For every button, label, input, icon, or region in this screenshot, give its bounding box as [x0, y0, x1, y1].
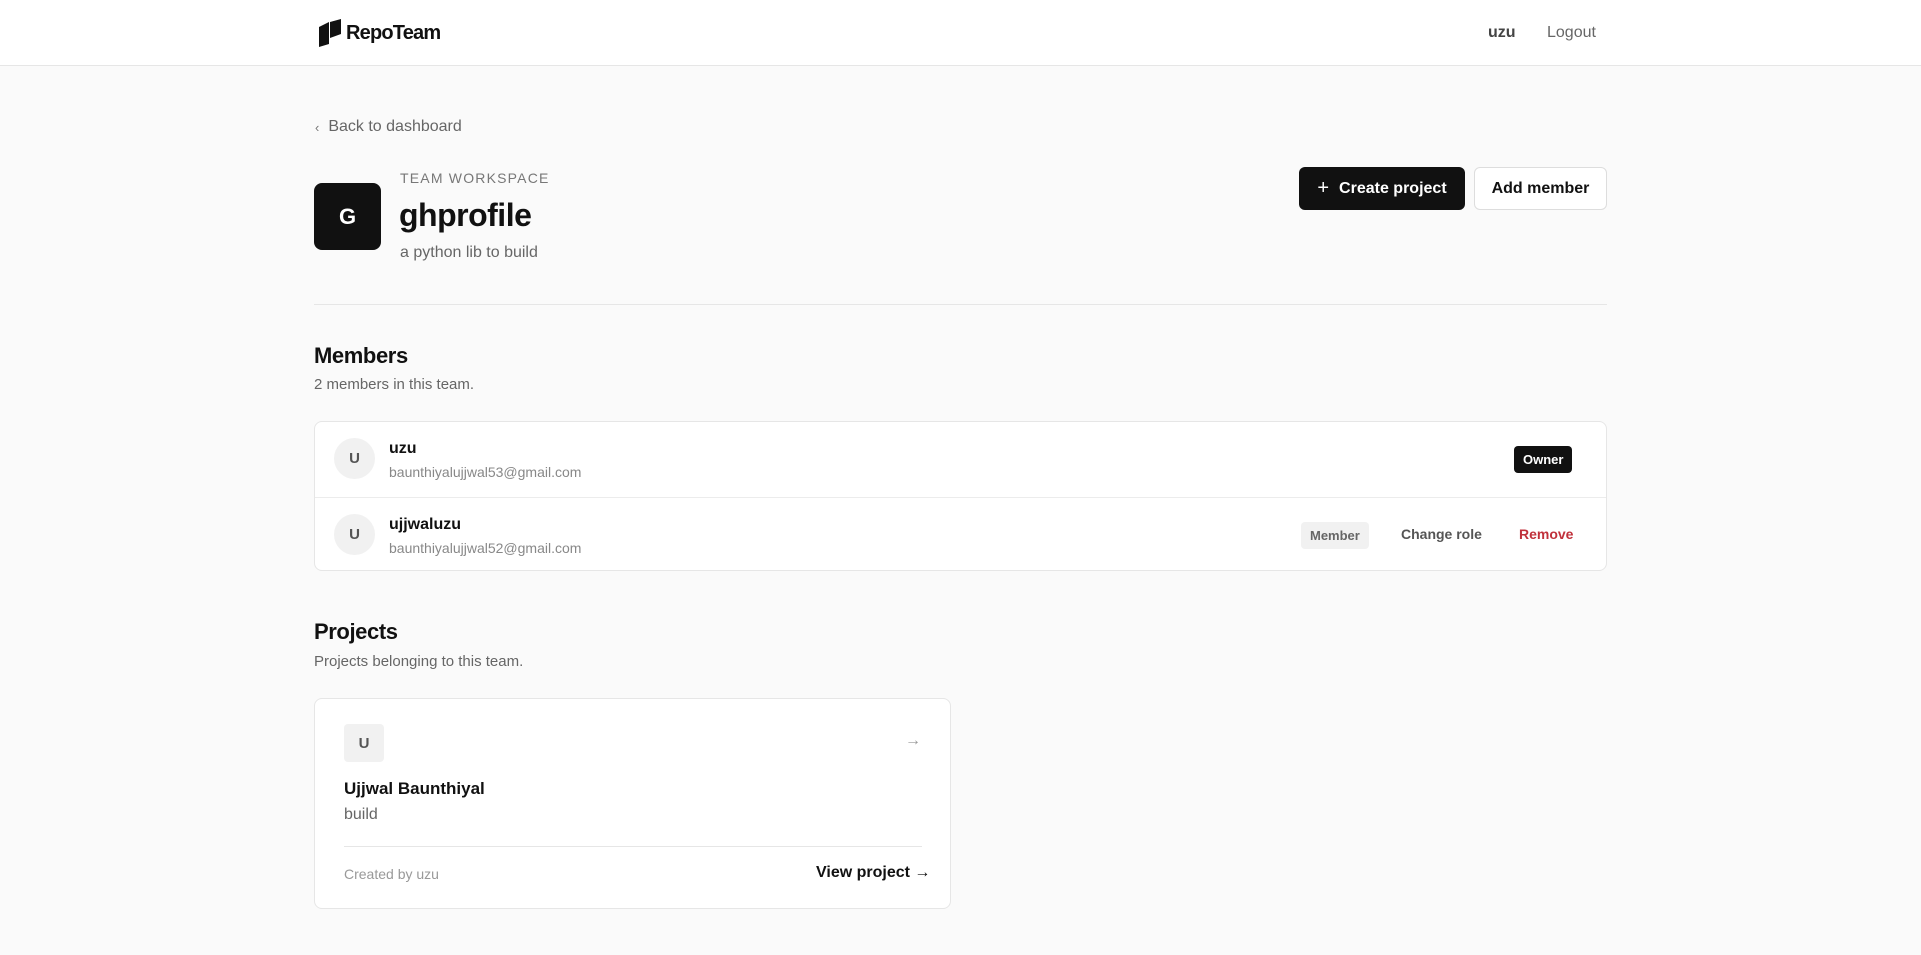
- project-card-divider: [344, 846, 922, 847]
- remove-member-button[interactable]: Remove: [1519, 526, 1573, 542]
- member-email: baunthiyalujjwal53@gmail.com: [389, 464, 582, 480]
- create-project-label: Create project: [1339, 179, 1447, 197]
- chevron-left-icon: ‹: [315, 119, 320, 135]
- page-title: ghprofile: [399, 197, 532, 233]
- plus-icon: +: [1317, 176, 1330, 199]
- member-role-badge: Member: [1301, 522, 1369, 549]
- member-row: U ujjwaluzu baunthiyalujjwal52@gmail.com…: [315, 497, 1606, 572]
- back-to-dashboard-link[interactable]: ‹ Back to dashboard: [315, 118, 462, 136]
- project-created-by: Created by uzu: [344, 866, 439, 882]
- team-eyebrow: TEAM WORKSPACE: [400, 170, 550, 186]
- project-name: Ujjwal Baunthiyal: [344, 779, 485, 798]
- member-row: U uzu baunthiyalujjwal53@gmail.com Owner: [315, 422, 1606, 497]
- logout-link[interactable]: Logout: [1547, 24, 1596, 42]
- project-avatar: U: [344, 724, 384, 762]
- projects-section-title: Projects: [314, 619, 398, 644]
- project-description: build: [344, 806, 378, 823]
- view-project-link[interactable]: View project →: [816, 864, 930, 882]
- header-divider: [314, 304, 1607, 305]
- team-description: a python lib to build: [400, 244, 538, 261]
- add-member-button[interactable]: Add member: [1474, 167, 1607, 210]
- projects-section-subtitle: Projects belonging to this team.: [314, 653, 524, 670]
- create-project-button[interactable]: + Create project: [1299, 167, 1465, 210]
- members-list: U uzu baunthiyalujjwal53@gmail.com Owner…: [314, 421, 1607, 571]
- members-section-title: Members: [314, 343, 408, 368]
- owner-role-badge: Owner: [1514, 446, 1573, 473]
- member-name: uzu: [389, 440, 417, 457]
- back-link-label: Back to dashboard: [328, 118, 462, 135]
- brand-logo[interactable]: RepoTeam: [318, 19, 441, 47]
- current-user-name[interactable]: uzu: [1488, 24, 1516, 42]
- change-role-button[interactable]: Change role: [1401, 526, 1482, 542]
- repoteam-logo-icon: [319, 19, 341, 47]
- project-card[interactable]: U → Ujjwal Baunthiyal build Created by u…: [314, 698, 951, 909]
- members-section-subtitle: 2 members in this team.: [314, 376, 475, 393]
- member-avatar: U: [334, 514, 375, 555]
- member-email: baunthiyalujjwal52@gmail.com: [389, 540, 582, 556]
- arrow-right-icon[interactable]: →: [905, 732, 921, 750]
- member-avatar: U: [334, 438, 375, 479]
- member-name: ujjwaluzu: [389, 516, 461, 533]
- team-avatar: G: [314, 183, 381, 250]
- brand-name: RepoTeam: [346, 21, 441, 44]
- top-navbar: RepoTeam uzu Logout: [0, 0, 1921, 66]
